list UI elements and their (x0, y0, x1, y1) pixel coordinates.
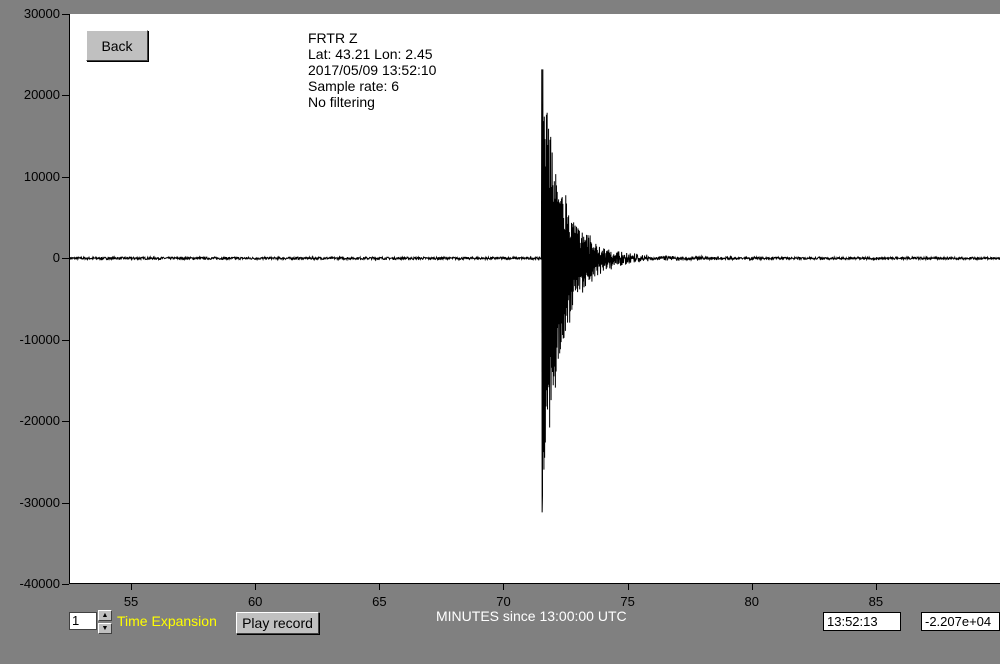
y-tick-label: -20000 (19, 413, 60, 429)
y-tick-label: -30000 (19, 494, 60, 510)
y-tick-mark (62, 339, 69, 341)
station-name: FRTR Z (308, 30, 358, 46)
filter-status: No filtering (308, 94, 375, 110)
x-tick-mark (875, 584, 877, 590)
y-tick-mark (62, 95, 69, 97)
y-tick-mark (62, 258, 69, 260)
cursor-value-readout: -2.207e+04 (921, 612, 1000, 631)
y-tick-mark (62, 421, 69, 423)
x-tick-mark (751, 584, 753, 590)
record-datetime: 2017/05/09 13:52:10 (308, 62, 437, 78)
x-tick-label: 60 (247, 594, 263, 609)
x-tick-label: 75 (620, 594, 635, 609)
x-tick-mark (255, 584, 257, 590)
x-tick-label: 85 (868, 594, 884, 609)
sample-rate: Sample rate: 6 (308, 78, 400, 94)
y-tick-mark (62, 502, 69, 504)
x-axis-title: MINUTES since 13:00:00 UTC (436, 608, 627, 624)
x-tick-label: 55 (123, 594, 139, 609)
y-tick-label: 30000 (23, 6, 60, 21)
station-location: Lat: 43.21 Lon: 2.45 (308, 46, 433, 62)
cursor-time-readout: 13:52:13 (823, 612, 901, 631)
seismogram-trace (70, 69, 1000, 513)
x-tick-label: 80 (744, 594, 759, 609)
x-tick-label: 70 (496, 594, 511, 609)
time-expansion-label: Time Expansion (117, 613, 217, 629)
y-tick-mark (62, 176, 69, 178)
y-tick-label: -10000 (19, 331, 60, 347)
x-tick-mark (131, 584, 133, 590)
play-record-button[interactable]: Play record (236, 612, 319, 634)
back-button[interactable]: Back (86, 30, 148, 61)
spin-up-icon[interactable]: ▲ (98, 610, 112, 621)
y-tick-label: 0 (52, 250, 60, 266)
x-tick-label: 65 (372, 594, 387, 609)
y-tick-mark (62, 584, 69, 585)
time-expansion-input[interactable]: 1 (69, 612, 97, 630)
x-tick-mark (379, 584, 381, 590)
station-info: FRTR Z Lat: 43.21 Lon: 2.45 2017/05/09 1… (308, 30, 436, 110)
y-tick-label: 20000 (23, 87, 60, 103)
x-tick-mark (627, 584, 629, 590)
y-tick-label: -40000 (19, 576, 60, 591)
x-tick-mark (503, 584, 505, 590)
y-tick-mark (62, 14, 69, 15)
trace-line (70, 69, 1000, 513)
seismogram-plot[interactable] (69, 14, 1000, 584)
y-tick-label: 10000 (23, 168, 60, 184)
spin-down-icon[interactable]: ▼ (98, 623, 112, 634)
